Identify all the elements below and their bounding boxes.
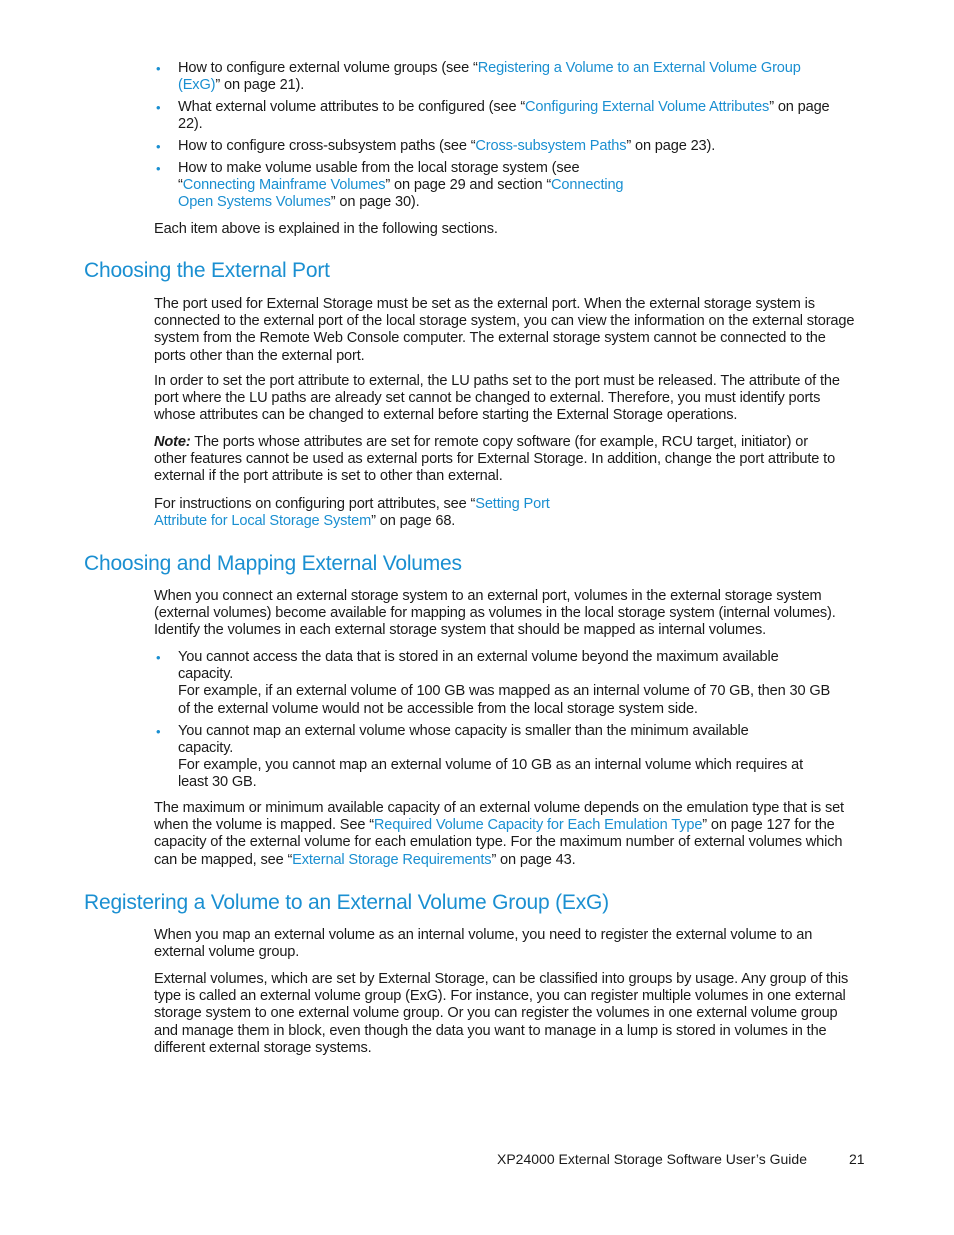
section3-paragraph-2: External volumes, which are set by Exter… [154, 971, 849, 1056]
section1-paragraph-1: The port used for External Storage must … [154, 296, 855, 364]
link-cross-subsystem-paths[interactable]: Cross-subsystem Paths [475, 138, 626, 154]
list-item: • You cannot map an external volume whos… [156, 722, 803, 791]
list-item: • You cannot access the data that is sto… [156, 649, 831, 717]
bullet-icon: • [156, 61, 161, 76]
footer-title: XP24000 External Storage Software User’s… [497, 1151, 807, 1167]
link-external-storage-requirements[interactable]: External Storage Requirements [292, 852, 491, 868]
list-item: • How to configure external volume group… [156, 60, 801, 94]
note-label: Note: [154, 434, 191, 450]
link-connecting-mainframe-volumes[interactable]: Connecting Mainframe Volumes [183, 177, 386, 193]
bullet-icon: • [156, 139, 161, 154]
intro-summary: Each item above is explained in the foll… [154, 221, 498, 237]
bullet-icon: • [156, 100, 161, 115]
document-page: • How to configure external volume group… [0, 0, 954, 1235]
heading-choosing-mapping-external-volumes: Choosing and Mapping External Volumes [84, 552, 462, 575]
section3-paragraph-1: When you map an external volume as an in… [154, 927, 813, 961]
section2-bullet-list: • You cannot access the data that is sto… [154, 649, 834, 796]
bullet-icon: • [156, 723, 161, 739]
bullet-icon: • [156, 650, 161, 665]
list-item: • What external volume attributes to be … [156, 99, 830, 133]
section2-paragraph-1: When you connect an external storage sys… [154, 588, 836, 639]
heading-choosing-external-port: Choosing the External Port [84, 259, 330, 282]
intro-bullet-list: • How to configure external volume group… [154, 60, 844, 216]
section1-paragraph-3: For instructions on configuring port att… [154, 496, 550, 530]
list-item: • How to configure cross-subsystem paths… [156, 138, 716, 154]
link-required-volume-capacity[interactable]: Required Volume Capacity for Each Emulat… [374, 817, 703, 833]
heading-registering-volume-exg: Registering a Volume to an External Volu… [84, 891, 609, 914]
link-configuring-external-volume-attributes[interactable]: Configuring External Volume Attributes [525, 99, 769, 115]
page-number: 21 [849, 1151, 865, 1167]
section2-paragraph-2: The maximum or minimum available capacit… [154, 800, 844, 868]
section1-paragraph-2: In order to set the port attribute to ex… [154, 373, 840, 424]
list-item: • How to make volume usable from the loc… [156, 159, 624, 211]
bullet-icon: • [156, 160, 161, 176]
section1-note: Note: The ports whose attributes are set… [154, 434, 836, 485]
